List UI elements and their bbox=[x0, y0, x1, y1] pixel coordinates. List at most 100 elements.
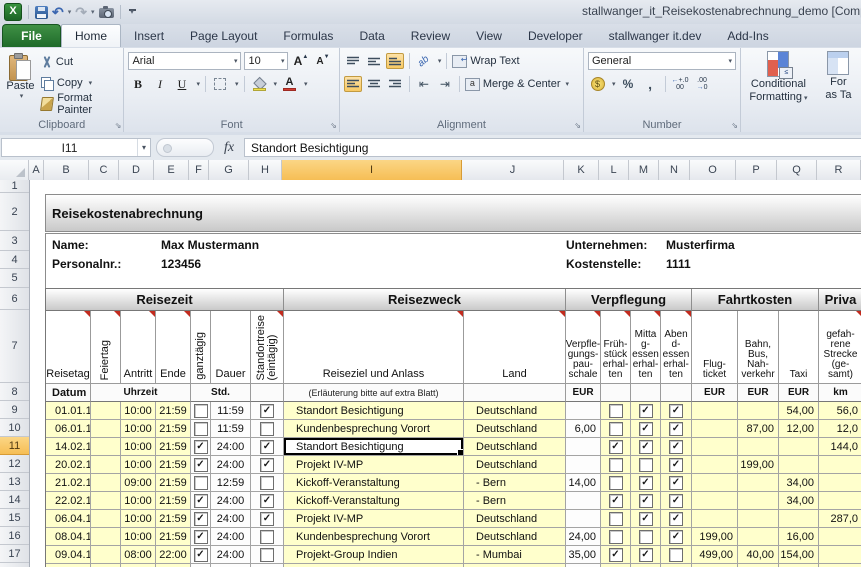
cell-purpose[interactable]: Kickoff-Veranstaltung bbox=[284, 492, 464, 510]
cell-country[interactable]: - Bern bbox=[464, 474, 566, 492]
cell-country[interactable]: - Mumbai bbox=[464, 546, 566, 564]
cell-start[interactable]: 10:00 bbox=[121, 402, 156, 420]
column-header-O[interactable]: O bbox=[690, 160, 736, 180]
column-header-Q[interactable]: Q bbox=[777, 160, 817, 180]
cell-date[interactable]: 09.04.12 bbox=[46, 546, 91, 564]
tab-formulas[interactable]: Formulas bbox=[270, 25, 346, 47]
cell-duration[interactable]: 12:59 bbox=[211, 474, 251, 492]
column-header-E[interactable]: E bbox=[154, 160, 189, 180]
cell-date[interactable]: 06.01.12 bbox=[46, 420, 91, 438]
checkbox-lunch[interactable]: ✓ bbox=[639, 476, 653, 490]
cell-duration[interactable]: 24:00 bbox=[211, 546, 251, 564]
borders-caret-icon[interactable]: ▾ bbox=[235, 80, 239, 88]
cell-allday[interactable]: ✓ bbox=[191, 528, 211, 546]
tab-add-ins[interactable]: Add-Ins bbox=[714, 25, 781, 47]
row-header-17[interactable]: 17 bbox=[0, 545, 29, 563]
row-header-4[interactable]: 4 bbox=[0, 251, 29, 269]
copy-button[interactable]: Copy▾ bbox=[41, 74, 120, 92]
cell-purpose[interactable]: Kundenbesprechung Vorort bbox=[284, 420, 464, 438]
personnel-value[interactable]: 123456 bbox=[161, 257, 201, 271]
name-box-caret-icon[interactable]: ▾ bbox=[137, 139, 150, 156]
font-color-caret-icon[interactable]: ▾ bbox=[304, 80, 308, 88]
cell-allday[interactable]: ✓ bbox=[191, 492, 211, 510]
format-as-table-button[interactable]: For as Ta bbox=[820, 51, 857, 117]
cell-km[interactable]: 287,0 bbox=[819, 510, 861, 528]
cell-start[interactable]: 10:00 bbox=[121, 438, 156, 456]
tab-file[interactable]: File bbox=[2, 24, 61, 47]
company-value[interactable]: Musterfirma bbox=[666, 238, 735, 252]
sheet[interactable]: Reisekostenabrechnung Name: Max Musterma… bbox=[30, 180, 861, 567]
cell-lunch[interactable]: ✓ bbox=[631, 420, 661, 438]
cell-taxi[interactable]: 12,00 bbox=[779, 420, 819, 438]
cell-holiday[interactable] bbox=[91, 420, 121, 438]
bold-button[interactable]: B bbox=[128, 75, 147, 93]
align-middle-button[interactable] bbox=[365, 53, 383, 69]
undo-caret-icon[interactable]: ▾ bbox=[68, 8, 72, 16]
column-header-N[interactable]: N bbox=[659, 160, 690, 180]
cell-breakfast[interactable] bbox=[601, 402, 631, 420]
tab-insert[interactable]: Insert bbox=[121, 25, 177, 47]
cell-lunch[interactable]: ✓ bbox=[631, 546, 661, 564]
cell-duration[interactable]: 24:00 bbox=[211, 438, 251, 456]
cell-date[interactable]: 22.02.12 bbox=[46, 492, 91, 510]
column-header-I[interactable]: I bbox=[282, 160, 462, 180]
decrease-decimal-button[interactable]: .00→0 bbox=[693, 75, 712, 93]
format-painter-button[interactable]: Format Painter bbox=[41, 95, 120, 113]
cell-lunch[interactable]: ✓ bbox=[631, 474, 661, 492]
dialog-launcher-icon[interactable]: ⇘ bbox=[330, 121, 337, 130]
checkbox-onsite[interactable]: ✓ bbox=[260, 404, 274, 418]
cell-end[interactable]: 21:59 bbox=[156, 420, 191, 438]
cell-purpose[interactable]: Projekt-Group Indien bbox=[284, 546, 464, 564]
column-header-M[interactable]: M bbox=[629, 160, 659, 180]
cell-allowance[interactable]: 14,00 bbox=[566, 474, 601, 492]
name-box[interactable]: I11 ▾ bbox=[1, 138, 151, 157]
checkbox-allday[interactable]: ✓ bbox=[194, 512, 208, 526]
checkbox-lunch[interactable]: ✓ bbox=[639, 548, 653, 562]
cell-start[interactable]: 09:00 bbox=[121, 474, 156, 492]
cell-dinner[interactable]: ✓ bbox=[661, 438, 692, 456]
cell-km[interactable] bbox=[819, 546, 861, 564]
checkbox-lunch[interactable] bbox=[639, 530, 653, 544]
cell-allowance[interactable] bbox=[566, 438, 601, 456]
cell-onsite[interactable]: ✓ bbox=[251, 510, 284, 528]
cell-onsite[interactable] bbox=[251, 474, 284, 492]
dialog-launcher-icon[interactable]: ⇘ bbox=[115, 121, 122, 130]
row-header-6[interactable]: 6 bbox=[0, 288, 29, 310]
cell-flight[interactable] bbox=[692, 438, 738, 456]
accounting-caret-icon[interactable]: ▾ bbox=[612, 80, 616, 88]
row-header-13[interactable]: 13 bbox=[0, 473, 29, 491]
cell-allday[interactable] bbox=[191, 474, 211, 492]
checkbox-dinner[interactable]: ✓ bbox=[669, 422, 683, 436]
row-header-3[interactable]: 3 bbox=[0, 231, 29, 251]
cell-holiday[interactable] bbox=[91, 510, 121, 528]
cell-country[interactable]: Deutschland bbox=[464, 510, 566, 528]
cell-allday[interactable]: ✓ bbox=[191, 438, 211, 456]
cell-duration[interactable]: 24:00 bbox=[211, 528, 251, 546]
conditional-formatting-button[interactable]: ≤ Conditional Formatting▾ bbox=[745, 51, 812, 117]
row-header-1[interactable]: 1 bbox=[0, 180, 29, 193]
camera-icon[interactable] bbox=[99, 8, 114, 18]
cell-purpose[interactable]: Projekt IV-MP bbox=[284, 510, 464, 528]
italic-button[interactable]: I bbox=[150, 75, 169, 93]
column-header-P[interactable]: P bbox=[736, 160, 777, 180]
font-size-combo[interactable]: 10▾ bbox=[244, 52, 288, 70]
tab-home[interactable]: Home bbox=[61, 24, 121, 47]
dialog-launcher-icon[interactable]: ⇘ bbox=[574, 121, 581, 130]
checkbox-onsite[interactable]: ✓ bbox=[260, 458, 274, 472]
cell-lunch[interactable]: ✓ bbox=[631, 402, 661, 420]
cell-duration[interactable]: 24:00 bbox=[211, 492, 251, 510]
checkbox-onsite[interactable] bbox=[260, 530, 274, 544]
checkbox-breakfast[interactable]: ✓ bbox=[609, 548, 623, 562]
checkbox-lunch[interactable]: ✓ bbox=[639, 422, 653, 436]
grow-font-button[interactable]: A▲ bbox=[291, 52, 310, 70]
cell-duration[interactable]: 11:59 bbox=[211, 402, 251, 420]
cell-start[interactable]: 10:00 bbox=[121, 528, 156, 546]
cell-country[interactable]: Deutschland bbox=[464, 402, 566, 420]
cell-allowance[interactable] bbox=[566, 456, 601, 474]
cell-km[interactable]: 12,0 bbox=[819, 420, 861, 438]
align-top-button[interactable] bbox=[344, 53, 362, 69]
merge-center-button[interactable]: Merge & Center▾ bbox=[465, 75, 569, 93]
font-family-combo[interactable]: Arial▾ bbox=[128, 52, 241, 70]
checkbox-dinner[interactable]: ✓ bbox=[669, 440, 683, 454]
cell-lunch[interactable]: ✓ bbox=[631, 438, 661, 456]
